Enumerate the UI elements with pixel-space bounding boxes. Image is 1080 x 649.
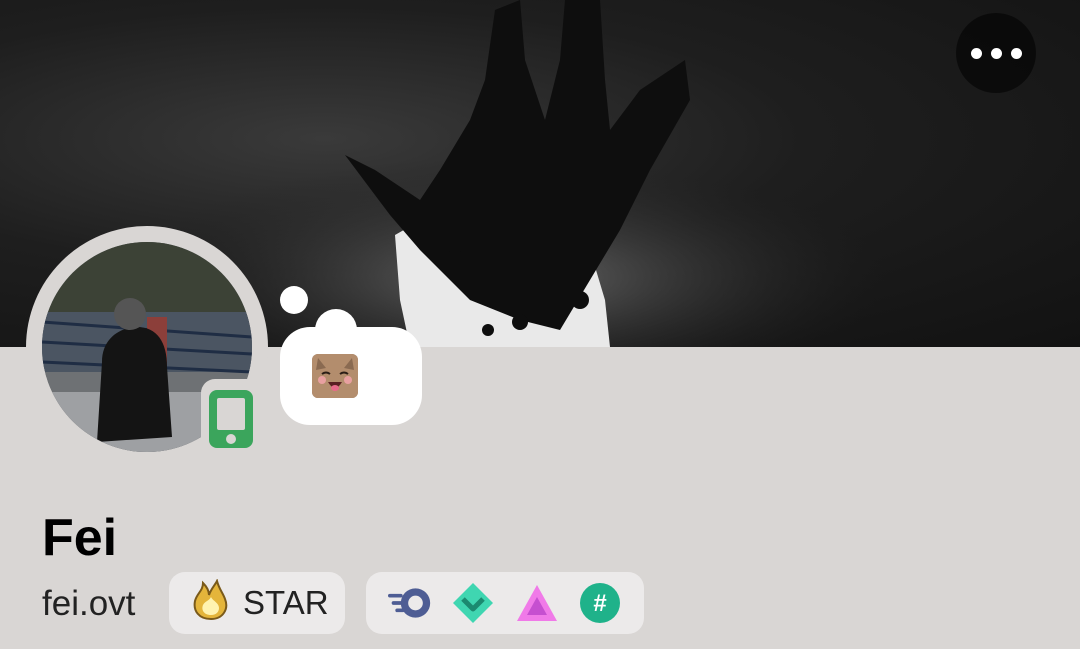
- chevron-down-gem-badge[interactable]: [451, 581, 495, 625]
- display-name: Fei: [42, 509, 118, 567]
- hashtag-badge[interactable]: #: [578, 581, 622, 625]
- username[interactable]: fei.ovt: [42, 584, 135, 624]
- thought-bubble-dot: [280, 286, 308, 314]
- guild-tag-pill[interactable]: STAR: [169, 572, 345, 634]
- pink-triangle-badge[interactable]: [515, 581, 559, 625]
- guild-tag-label: STAR: [243, 584, 329, 621]
- more-horizontal-icon: [970, 47, 982, 59]
- badge-list: #: [366, 572, 644, 634]
- more-options-button[interactable]: [956, 13, 1036, 93]
- hypesquad-speed-badge[interactable]: [387, 581, 432, 625]
- svg-text:#: #: [594, 590, 607, 617]
- mobile-status-icon: [209, 390, 253, 448]
- cat-laughing-emoji: [312, 354, 358, 398]
- flame-badge-icon: [189, 577, 233, 628]
